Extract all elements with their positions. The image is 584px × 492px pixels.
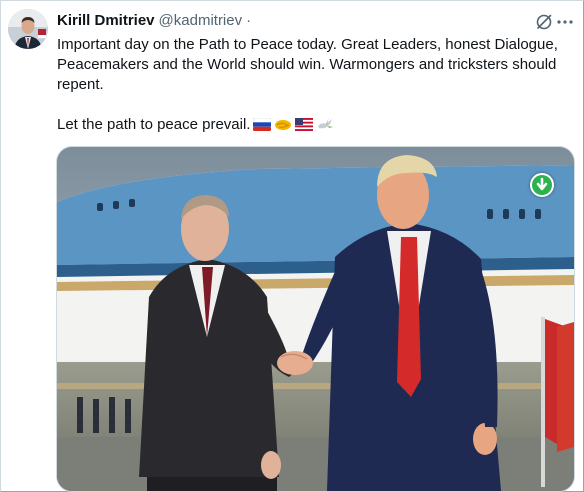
handshake-icon bbox=[274, 117, 292, 137]
post-paragraph-1: Important day on the Path to Peace today… bbox=[57, 36, 558, 93]
post-image[interactable] bbox=[56, 146, 575, 492]
post-card: Kirill Dmitriev @kadmitriev · Important … bbox=[0, 0, 584, 492]
russia-flag-icon bbox=[253, 117, 272, 137]
author-avatar[interactable] bbox=[8, 9, 48, 49]
separator-dot: · bbox=[246, 12, 252, 29]
post-header: Kirill Dmitriev @kadmitriev · bbox=[57, 11, 571, 31]
post-paragraph-2: Let the path to peace prevail. bbox=[57, 115, 567, 137]
more-icon[interactable] bbox=[556, 13, 574, 31]
download-arrow-icon[interactable] bbox=[530, 173, 554, 197]
author-name[interactable]: Kirill Dmitriev bbox=[57, 11, 155, 31]
grok-icon[interactable] bbox=[535, 13, 553, 31]
post-paragraph-2-text: Let the path to peace prevail. bbox=[57, 116, 251, 133]
post-text: Important day on the Path to Peace today… bbox=[57, 35, 567, 137]
usa-flag-icon bbox=[295, 117, 314, 137]
author-handle[interactable]: @kadmitriev bbox=[159, 11, 243, 31]
dove-icon bbox=[316, 117, 334, 137]
